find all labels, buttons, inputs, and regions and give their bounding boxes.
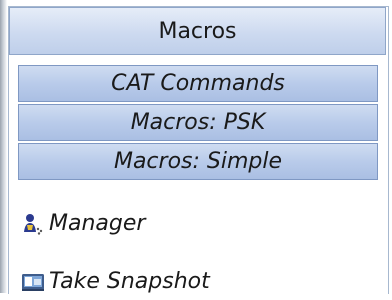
tab-cat-commands[interactable]: CAT Commands [18, 65, 378, 102]
macros-panel: Macros CAT Commands Macros: PSK Macros: … [8, 6, 389, 294]
panel-header[interactable]: Macros [9, 7, 386, 55]
take-snapshot-item[interactable]: Take Snapshot [21, 269, 210, 294]
panel-title: Macros [158, 18, 237, 44]
macros-window: Macros CAT Commands Macros: PSK Macros: … [0, 0, 392, 294]
tab-macros-psk[interactable]: Macros: PSK [18, 104, 378, 141]
tab-label: Macros: Simple [113, 149, 283, 174]
window-edge [0, 0, 7, 293]
tab-label: CAT Commands [111, 71, 285, 96]
snapshot-icon [21, 270, 45, 294]
manager-label: Manager [49, 211, 146, 236]
manager-icon [21, 212, 45, 236]
tab-label: Macros: PSK [130, 110, 266, 135]
manager-item[interactable]: Manager [21, 211, 145, 236]
tab-macros-simple[interactable]: Macros: Simple [18, 143, 378, 180]
take-snapshot-label: Take Snapshot [49, 269, 210, 294]
macro-category-list: CAT Commands Macros: PSK Macros: Simple [18, 65, 378, 182]
